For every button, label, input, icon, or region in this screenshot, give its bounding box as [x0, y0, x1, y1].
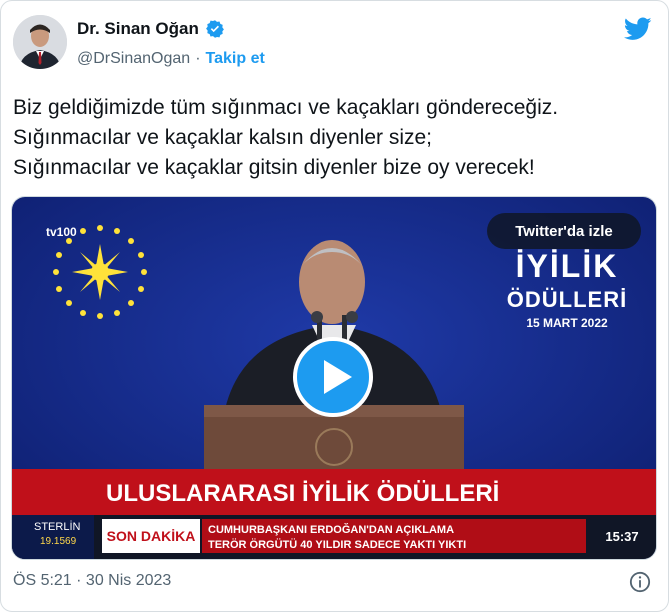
- breaking-label: SON DAKİKA: [107, 528, 196, 544]
- ticker-label: STERLİN: [34, 520, 81, 533]
- channel-logo-text: tv100: [46, 225, 77, 239]
- tweet-text: Biz geldiğimizde tüm sığınmacı ve kaçakl…: [13, 93, 653, 183]
- author-name[interactable]: Dr. Sinan Oğan: [77, 19, 199, 39]
- author-handle[interactable]: @DrSinanOgan: [77, 50, 190, 68]
- channel-logo: tv100: [46, 225, 77, 239]
- breaking-line2: TERÖR ÖRGÜTÜ 40 YILDIR SADECE YAKTI YIKT…: [208, 538, 466, 551]
- event-title-line1: İYİLİK: [516, 248, 619, 284]
- banner-title: ULUSLARARASI İYİLİK ÖDÜLLERİ: [106, 480, 499, 507]
- event-date: 15 MART 2022: [526, 316, 608, 330]
- info-icon[interactable]: [629, 571, 651, 593]
- watch-on-twitter-button[interactable]: Twitter'da izle: [487, 213, 641, 249]
- video-clock: 15:37: [605, 529, 638, 544]
- avatar[interactable]: [13, 15, 67, 69]
- verified-badge-icon: [205, 20, 224, 38]
- tweet-timestamp[interactable]: ÖS 5:21 · 30 Nis 2023: [13, 572, 171, 590]
- separator-dot: ·: [195, 50, 201, 67]
- tweet-line: Sığınmacılar ve kaçaklar gitsin diyenler…: [13, 156, 535, 179]
- event-title-line2: ÖDÜLLERİ: [507, 287, 627, 312]
- twitter-bird-icon[interactable]: [624, 17, 652, 41]
- handle-row: @DrSinanOgan · Takip et: [77, 50, 265, 68]
- tweet-line: Sığınmacılar ve kaçaklar kalsın diyenler…: [13, 126, 433, 149]
- breaking-line1: CUMHURBAŞKANI ERDOĞAN'DAN AÇIKLAMA: [208, 523, 454, 536]
- play-icon[interactable]: [292, 336, 374, 418]
- author-name-row: Dr. Sinan Oğan: [77, 19, 225, 39]
- lower-third-banner: ULUSLARARASI İYİLİK ÖDÜLLERİ STERLİN 19.…: [12, 469, 656, 559]
- tweet-line: Biz geldiğimizde tüm sığınmacı ve kaçakl…: [13, 96, 559, 119]
- follow-button[interactable]: Takip et: [206, 50, 265, 68]
- ticker-value: 19.1569: [40, 536, 77, 547]
- tweet-card: Dr. Sinan Oğan @DrSinanOgan · Takip et B…: [0, 0, 669, 612]
